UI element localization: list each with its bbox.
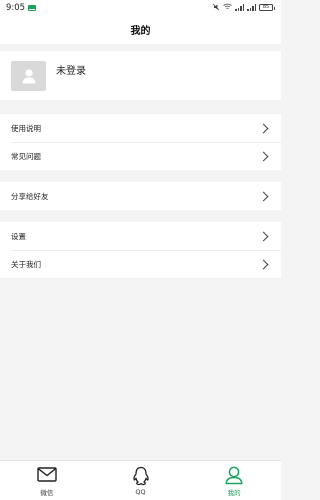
menu-item-label: 设置 bbox=[11, 231, 26, 241]
chevron-right-icon bbox=[258, 259, 269, 269]
tab-label: 我的 bbox=[227, 488, 241, 497]
menu-item-share[interactable]: 分享给好友 bbox=[0, 182, 281, 210]
chevron-right-icon bbox=[258, 231, 269, 241]
wifi-icon bbox=[223, 3, 232, 12]
login-status[interactable]: 未登录 bbox=[56, 62, 86, 77]
profile-card[interactable]: 未登录 bbox=[0, 51, 281, 100]
chevron-right-icon bbox=[258, 123, 269, 133]
status-right: 85 bbox=[212, 3, 275, 13]
signal-icon-2 bbox=[247, 4, 256, 11]
status-time: 9:05 bbox=[6, 2, 26, 13]
notification-icon bbox=[28, 4, 37, 11]
chevron-right-icon bbox=[258, 151, 269, 161]
menu-item-settings[interactable]: 设置 bbox=[0, 222, 281, 250]
mute-icon bbox=[212, 3, 220, 13]
status-bar: 9:05 85 bbox=[0, 0, 281, 15]
tab-label: QQ bbox=[135, 487, 146, 496]
tab-mine[interactable]: 我的 bbox=[187, 461, 281, 500]
tab-wechat[interactable]: 微信 bbox=[0, 461, 94, 500]
person-icon bbox=[224, 465, 244, 485]
menu-item-label: 关于我们 bbox=[11, 259, 41, 269]
tab-label: 微信 bbox=[40, 488, 54, 497]
qq-penguin-icon bbox=[132, 466, 150, 486]
battery-icon: 85 bbox=[259, 4, 275, 11]
menu-item-instructions[interactable]: 使用说明 bbox=[0, 114, 281, 142]
menu-item-label: 使用说明 bbox=[11, 123, 41, 133]
menu-item-label: 常见问题 bbox=[11, 151, 41, 161]
tab-bar: 微信 QQ 我的 bbox=[0, 460, 281, 500]
signal-icon bbox=[235, 4, 244, 11]
avatar[interactable] bbox=[11, 60, 46, 91]
menu-group-settings: 设置 关于我们 bbox=[0, 222, 281, 278]
menu-group-help: 使用说明 常见问题 bbox=[0, 114, 281, 170]
tab-qq[interactable]: QQ bbox=[94, 461, 188, 500]
nav-bar: 我的 bbox=[0, 15, 281, 44]
mail-icon bbox=[37, 465, 57, 485]
menu-item-faq[interactable]: 常见问题 bbox=[0, 142, 281, 170]
menu-item-label: 分享给好友 bbox=[11, 191, 49, 201]
page-title: 我的 bbox=[130, 26, 151, 37]
status-left: 9:05 bbox=[6, 2, 37, 13]
chevron-right-icon bbox=[258, 191, 269, 201]
default-avatar-icon bbox=[22, 68, 35, 83]
menu-group-share: 分享给好友 bbox=[0, 182, 281, 210]
menu-item-about[interactable]: 关于我们 bbox=[0, 250, 281, 278]
